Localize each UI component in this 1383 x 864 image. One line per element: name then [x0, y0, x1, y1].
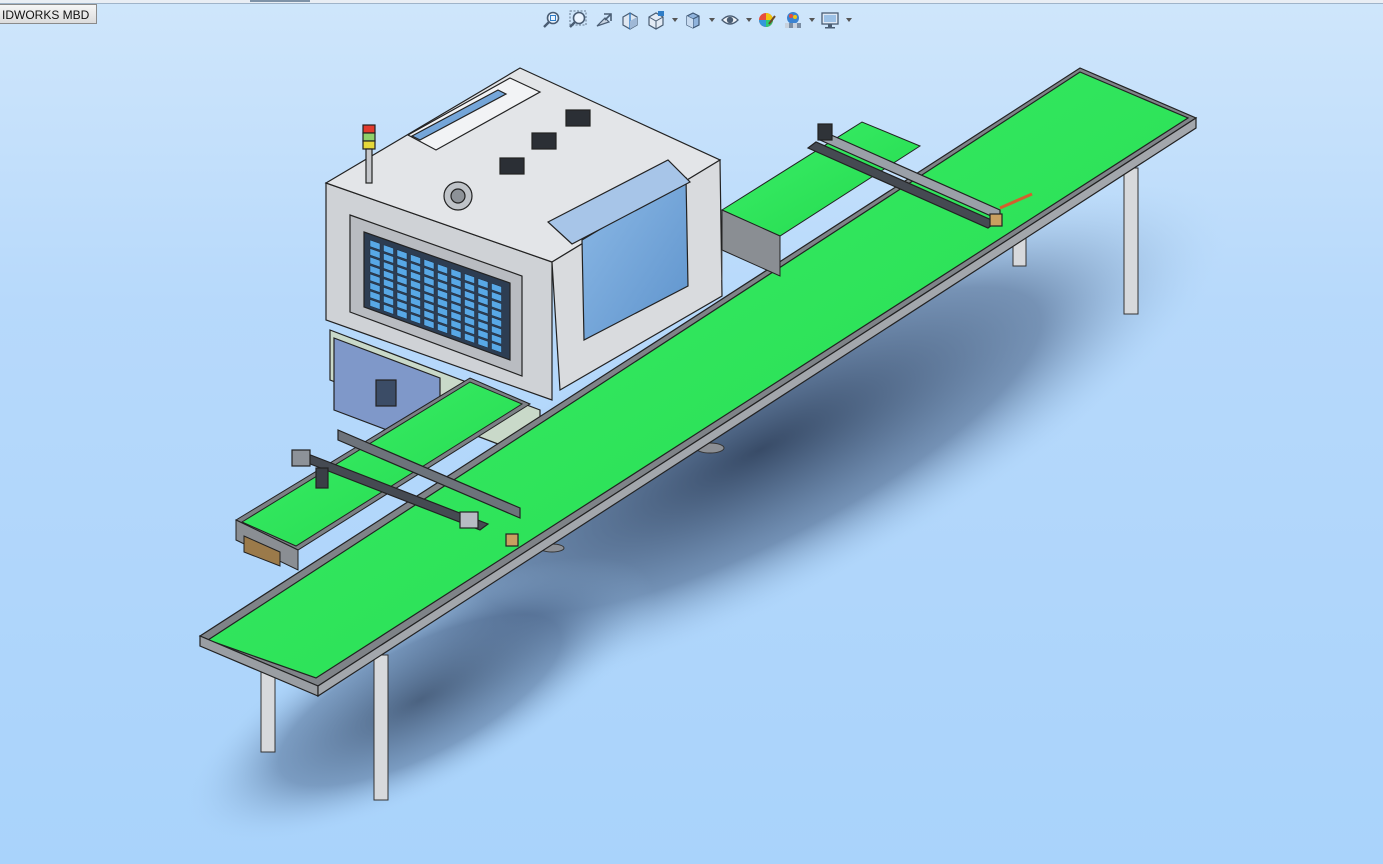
cad-graphics-area[interactable]	[0, 0, 1383, 864]
